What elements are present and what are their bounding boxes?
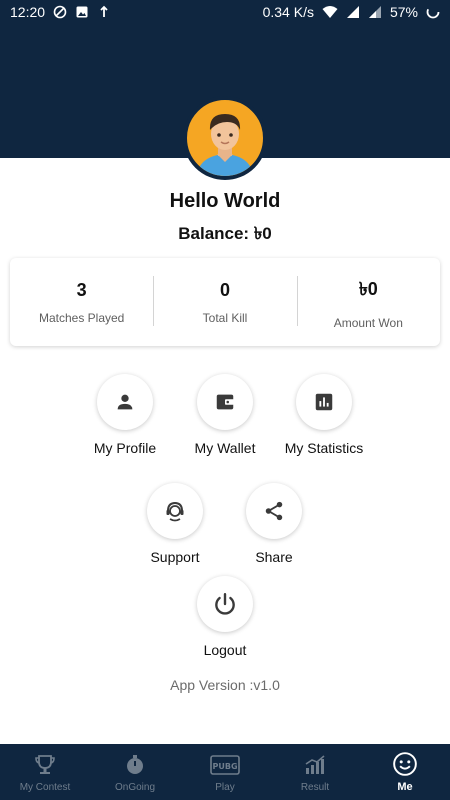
stat-label: Matches Played [38,310,125,325]
wallet-icon [216,394,235,410]
my-wallet-button[interactable]: My Wallet [170,374,280,456]
support-button[interactable]: Support [120,483,230,565]
sync-icon [53,5,67,19]
bottom-nav: My Contest OnGoing PUBG Play Result Me [0,744,450,800]
stat-total-kill: 0 Total Kill [153,258,296,346]
trophy-icon [35,754,55,774]
support-label: Support [150,549,200,565]
balance-text: Balance: ৳0 [178,224,272,243]
chart-icon [305,754,325,774]
power-icon [215,593,235,615]
pubg-icon: PUBG [210,754,240,775]
logout-button[interactable]: Logout [170,576,280,658]
battery-percent: 57% [389,4,418,20]
share-circle[interactable] [246,483,302,539]
nav-play[interactable]: PUBG Play [180,744,270,800]
avatar-illustration [197,114,253,176]
my-profile-button[interactable]: My Profile [70,374,180,456]
headset-icon [166,501,184,522]
nav-label: Play [215,781,235,793]
signal-icon [346,6,359,18]
person-icon [117,394,133,410]
stat-value: ৳0 [358,278,378,299]
stopwatch-icon [127,754,143,774]
signal-secondary-icon [368,6,381,18]
logout-label: Logout [203,642,247,658]
nav-label: My Contest [19,781,71,793]
status-right: 0.34 K/s 57% [263,4,440,20]
network-speed: 0.34 K/s [262,4,314,20]
my-statistics-label: My Statistics [284,440,364,456]
battery-ring-icon [426,5,440,19]
share-icon [265,501,283,521]
stat-matches-played: 3 Matches Played [10,258,153,346]
upload-arrow-icon [100,5,108,17]
stats-card: 3 Matches Played 0 Total Kill ৳0 Amount … [10,258,440,346]
share-button[interactable]: Share [219,483,329,565]
smiley-icon [393,752,417,776]
nav-my-contest[interactable]: My Contest [0,744,90,800]
nav-result[interactable]: Result [270,744,360,800]
status-time: 12:20 [10,4,46,20]
status-bar: 12:20 0.34 K/s 57% [0,0,450,24]
stat-amount-won: ৳0 Amount Won [296,258,440,346]
my-wallet-circle[interactable] [197,374,253,430]
stat-value: 0 [219,279,230,300]
status-left: 12:20 [10,4,111,20]
statistics-icon [315,393,333,411]
my-profile-label: My Profile [93,440,157,456]
svg-text:PUBG: PUBG [212,762,237,771]
my-statistics-button[interactable]: My Statistics [269,374,379,456]
my-profile-circle[interactable] [97,374,153,430]
stat-label: Amount Won [333,315,403,330]
nav-me[interactable]: Me [360,744,450,800]
image-icon [76,6,88,18]
nav-label: OnGoing [114,781,156,793]
my-statistics-circle[interactable] [296,374,352,430]
support-circle[interactable] [147,483,203,539]
avatar [183,96,267,180]
nav-ongoing[interactable]: OnGoing [90,744,180,800]
app-version: App Version :v1.0 [170,677,280,693]
logout-circle[interactable] [197,576,253,632]
nav-label: Me [397,781,413,793]
my-wallet-label: My Wallet [194,440,256,456]
user-name: Hello World [169,190,281,212]
stat-label: Total Kill [202,310,248,325]
stat-value: 3 [76,279,87,300]
nav-label: Result [300,781,330,793]
share-label: Share [255,549,293,565]
wifi-icon [322,6,338,18]
